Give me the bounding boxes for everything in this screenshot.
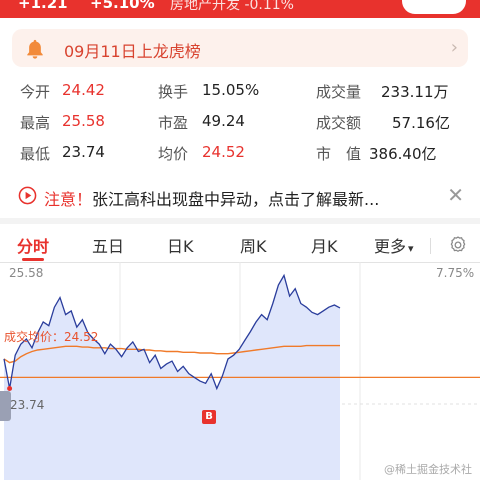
- sector-label[interactable]: 房地产开发 -0.11%: [170, 0, 294, 14]
- high-label: 最高: [20, 114, 51, 132]
- tab-five-day[interactable]: 五日: [92, 233, 124, 257]
- gear-icon[interactable]: [448, 235, 468, 255]
- amount-value: 57.16亿: [392, 114, 450, 132]
- tab-monthly-k[interactable]: 月K: [311, 233, 338, 257]
- pe-value: 49.24: [202, 112, 245, 130]
- chart-canvas: [0, 262, 480, 480]
- notice-text: 注意！张江高科出现盘中异动，点击了解最新...: [44, 186, 379, 210]
- avg-price-label: 成交均价：24.52: [4, 330, 99, 344]
- intraday-chart[interactable]: 25.58 7.75% 成交均价：24.52 23.74 B @稀土掘金技术社区: [0, 262, 480, 480]
- pe-label: 市盈: [158, 114, 189, 132]
- tab-intraday[interactable]: 分时: [17, 233, 49, 257]
- chart-period-tabs: 分时 五日 日K 周K 月K 更多 ▾: [0, 228, 480, 262]
- y-axis-bottom-label: 23.74: [10, 398, 45, 412]
- turnover-value: 15.05%: [202, 81, 260, 99]
- low-label: 最低: [20, 145, 51, 163]
- turnover-label: 换手: [158, 83, 189, 101]
- pct-top-label: 7.75%: [436, 266, 475, 280]
- header-action-button[interactable]: [402, 0, 466, 14]
- section-divider: [0, 218, 480, 224]
- play-circle-icon: [18, 186, 37, 205]
- chevron-down-icon: ▾: [408, 242, 414, 255]
- active-tab-indicator: [22, 258, 44, 261]
- anomaly-notice[interactable]: 注意！张江高科出现盘中异动，点击了解最新... ✕: [0, 181, 480, 213]
- price-change-pct: +5.10%: [90, 0, 155, 12]
- mktcap-value: 386.40亿: [369, 145, 437, 163]
- avg-label: 均价: [158, 145, 189, 163]
- tab-more[interactable]: 更多 ▾: [374, 233, 414, 257]
- buy-signal-marker[interactable]: B: [202, 410, 216, 424]
- close-icon[interactable]: ✕: [447, 183, 464, 207]
- dragon-banner-text: 09月11日上龙虎榜: [64, 42, 201, 61]
- quote-stats: 今开 24.42 换手 15.05% 成交量 233.11万 最高 25.58 …: [0, 78, 480, 168]
- price-change: +1.21: [18, 0, 68, 12]
- high-value: 25.58: [62, 112, 105, 130]
- bell-icon: [27, 39, 43, 59]
- open-label: 今开: [20, 83, 51, 101]
- notice-message: 张江高科出现盘中异动，点击了解最新...: [92, 190, 380, 209]
- watermark: @稀土掘金技术社区: [384, 463, 472, 480]
- tab-more-label: 更多: [374, 237, 407, 256]
- dragon-tiger-banner[interactable]: 09月11日上龙虎榜 ›: [12, 29, 468, 67]
- chevron-right-icon: ›: [450, 37, 458, 58]
- mktcap-label: 市 值: [316, 145, 362, 163]
- stock-header-strip: +1.21 +5.10% 房地产开发 -0.11%: [0, 0, 480, 18]
- tab-separator: [430, 238, 431, 254]
- tab-weekly-k[interactable]: 周K: [240, 233, 267, 257]
- volume-label: 成交量: [316, 83, 362, 101]
- open-value: 24.42: [62, 81, 105, 99]
- notice-prefix: 注意！: [44, 190, 93, 209]
- tab-daily-k[interactable]: 日K: [167, 233, 194, 257]
- avg-value: 24.52: [202, 143, 245, 161]
- low-value: 23.74: [62, 143, 105, 161]
- amount-label: 成交额: [316, 114, 362, 132]
- y-axis-top-label: 25.58: [9, 266, 44, 280]
- volume-value: 233.11万: [381, 83, 449, 101]
